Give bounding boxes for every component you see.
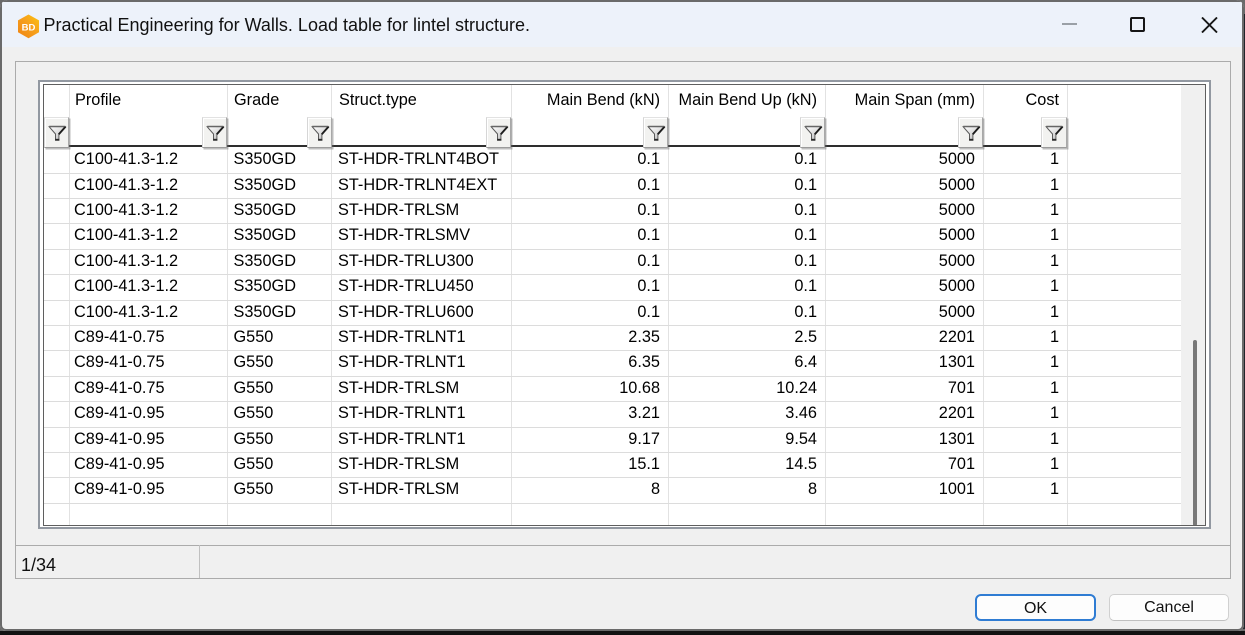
- svg-text:BD: BD: [21, 22, 35, 33]
